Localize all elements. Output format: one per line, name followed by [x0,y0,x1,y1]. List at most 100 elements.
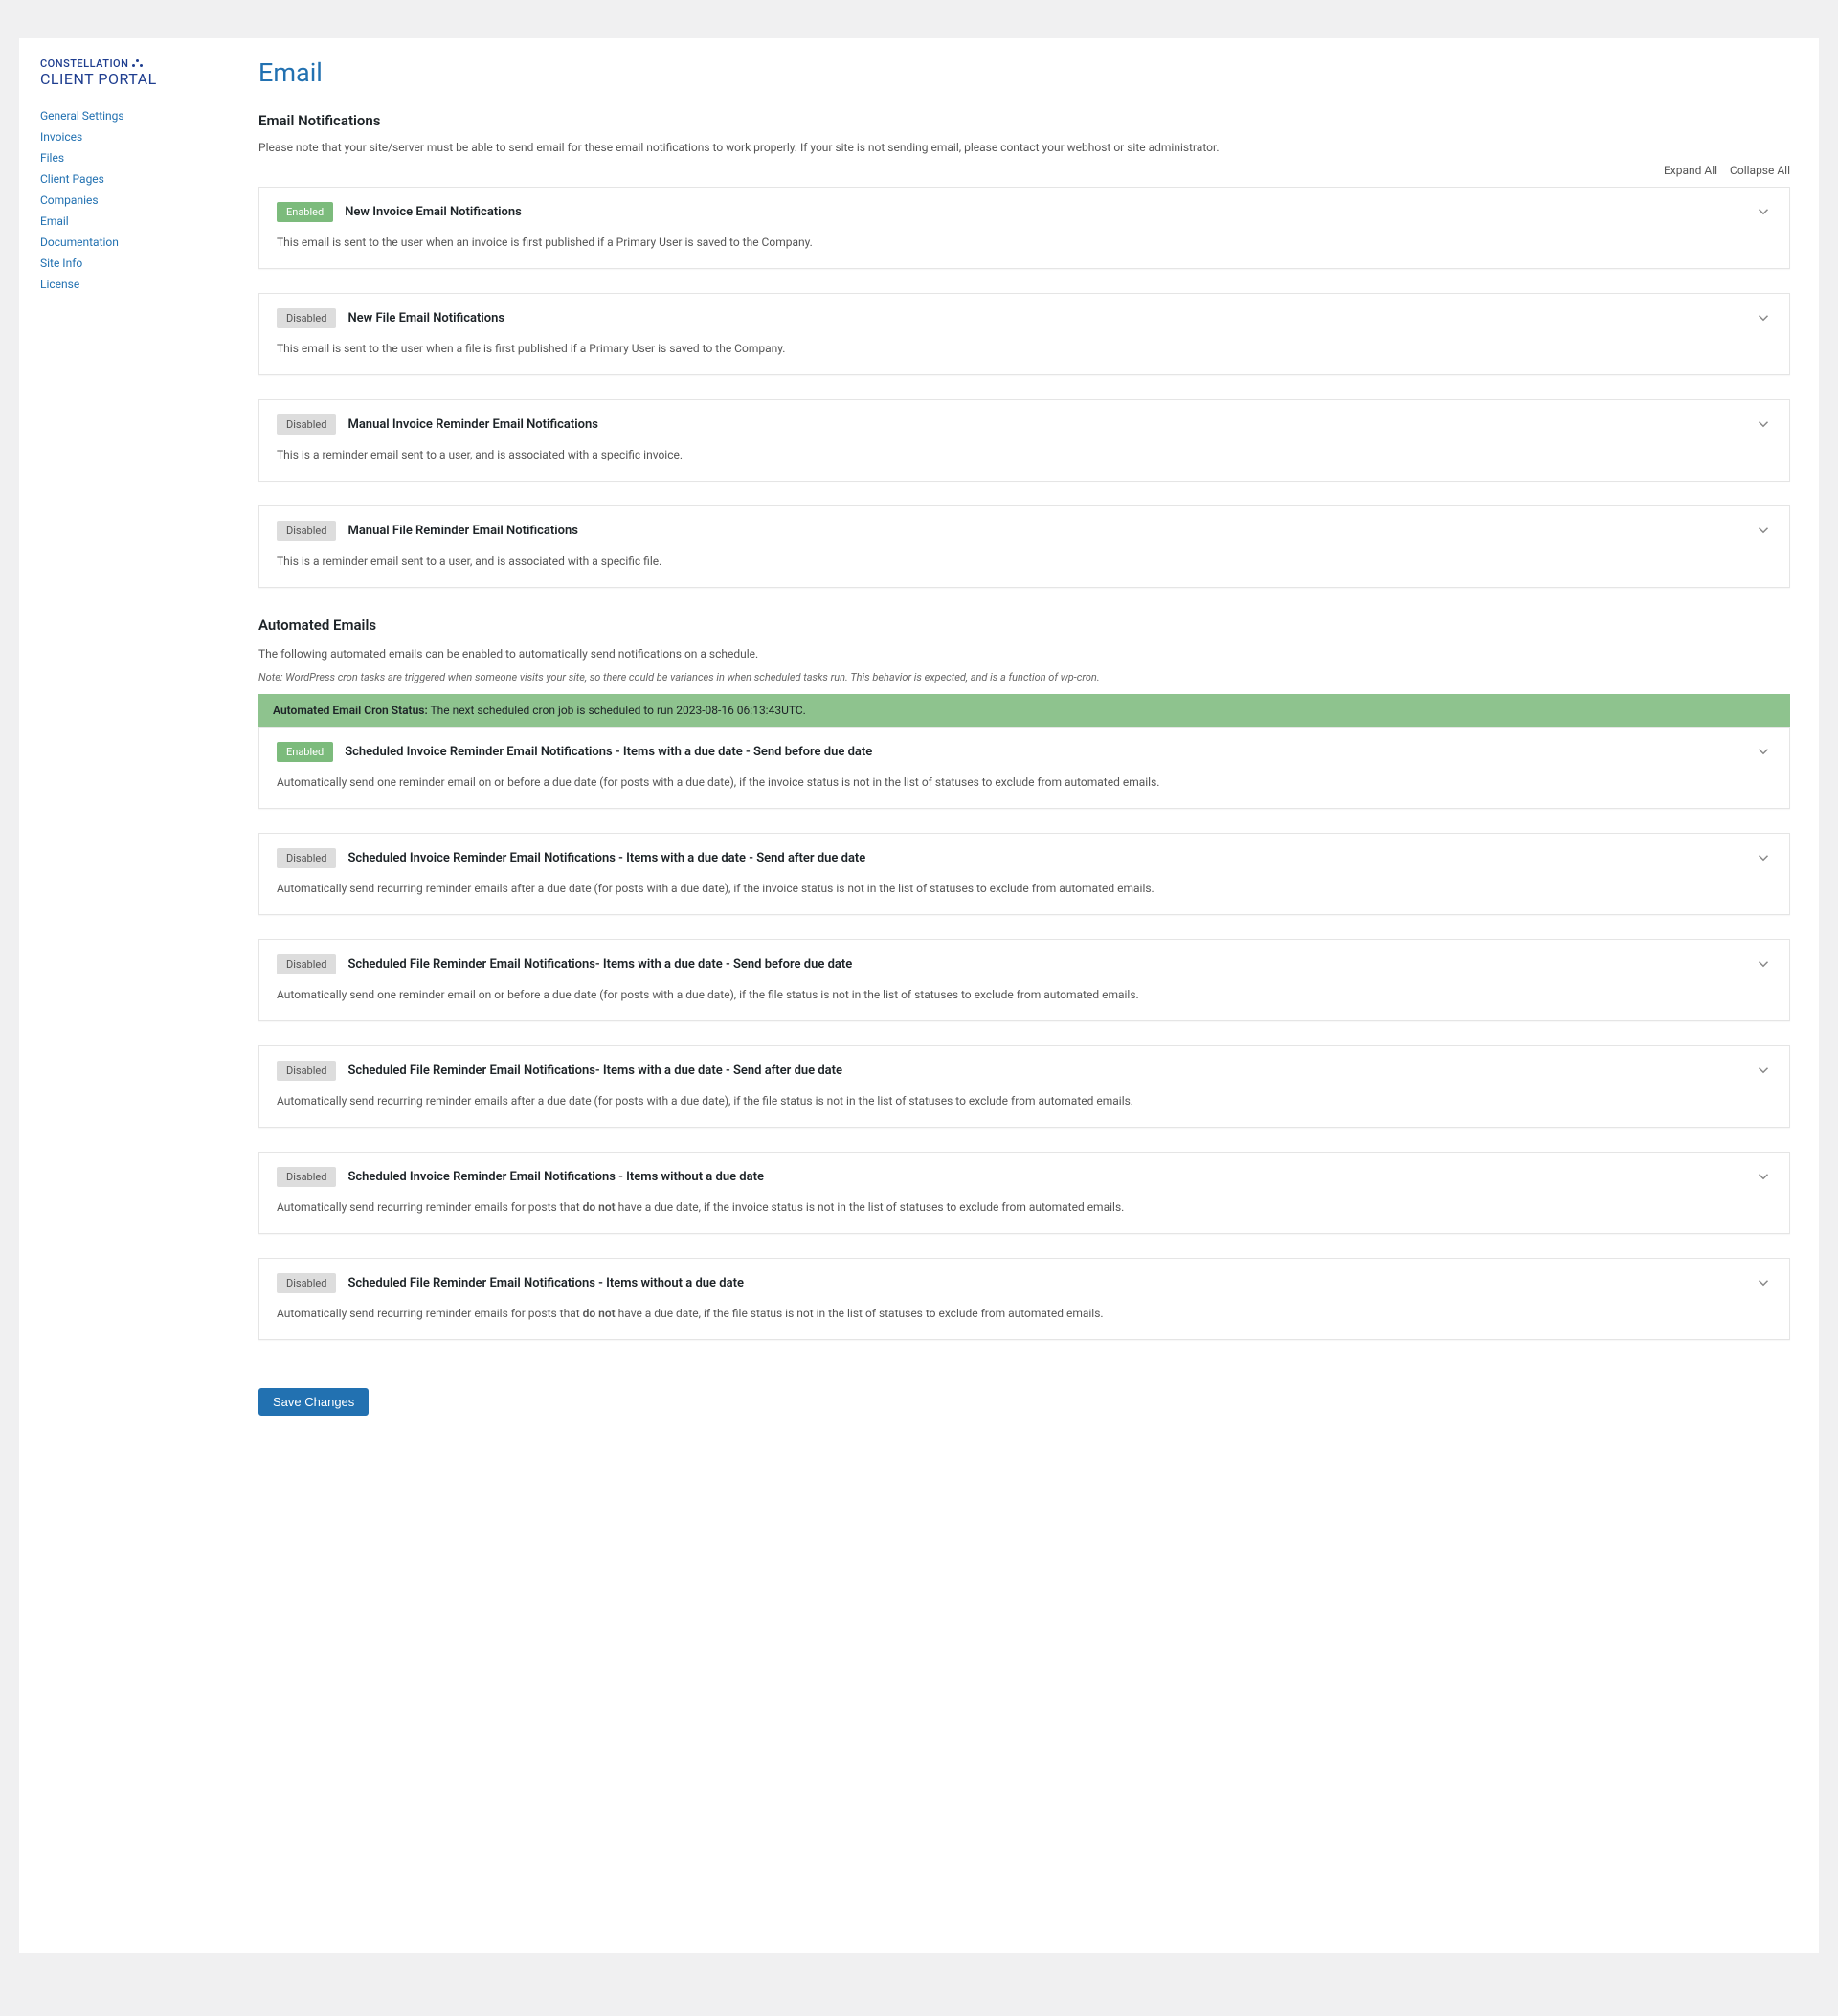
panel-desc: This is a reminder email sent to a user,… [277,554,661,568]
section-desc-automated: The following automated emails can be en… [258,645,1790,662]
panel-body: This email is sent to the user when a fi… [259,340,1789,374]
nav-client-pages[interactable]: Client Pages [40,172,104,186]
panel-body: Automatically send one reminder email on… [259,986,1789,1020]
panel-header[interactable]: Disabled New File Email Notifications [259,294,1789,340]
nav-invoices[interactable]: Invoices [40,130,82,144]
panel-title: New File Email Notifications [347,311,504,325]
chevron-down-icon[interactable] [1755,955,1772,976]
panel-body: Automatically send recurring reminder em… [259,1305,1789,1339]
chevron-down-icon[interactable] [1755,309,1772,330]
chevron-down-icon[interactable] [1755,203,1772,224]
collapse-all-button[interactable]: Collapse All [1730,164,1790,177]
panel-header[interactable]: Disabled Scheduled File Reminder Email No… [259,1259,1789,1305]
settings-panel: Disabled New File Email Notifications This… [258,293,1790,375]
settings-panel: Disabled Scheduled File Reminder Email No… [258,939,1790,1021]
nav-list: General Settings Invoices Files Client P… [40,105,230,295]
status-badge: Disabled [277,308,336,328]
status-badge: Disabled [277,954,336,974]
status-badge: Enabled [277,742,333,762]
panel-body: This is a reminder email sent to a user,… [259,446,1789,481]
panel-header[interactable]: Disabled Manual File Reminder Email Notif… [259,506,1789,552]
panel-header[interactable]: Disabled Scheduled Invoice Reminder Email… [259,1153,1789,1198]
status-badge: Disabled [277,521,336,541]
chevron-down-icon[interactable] [1755,1274,1772,1295]
nav-general-settings[interactable]: General Settings [40,109,124,123]
panel-header[interactable]: Disabled Scheduled File Reminder Email No… [259,940,1789,986]
settings-panel: Enabled New Invoice Email Notifications Th… [258,187,1790,269]
panel-desc-bold: do not [583,1200,616,1214]
panel-title: Scheduled Invoice Reminder Email Notific… [347,1170,764,1184]
expand-collapse-toolbar: Expand All Collapse All [258,164,1790,177]
panel-desc: Automatically send recurring reminder em… [277,882,1154,895]
page-title: Email [258,57,1790,88]
panel-body: This is a reminder email sent to a user,… [259,552,1789,587]
chevron-down-icon[interactable] [1755,1062,1772,1083]
expand-all-button[interactable]: Expand All [1664,164,1717,177]
panel-title: Scheduled Invoice Reminder Email Notific… [347,851,865,865]
section-heading-notifications: Email Notifications [258,112,1790,129]
logo-dots-icon [132,59,144,69]
logo-top-text: CONSTELLATION [40,57,128,70]
panel-desc: Automatically send one reminder email on… [277,988,1139,1001]
main-content: Email Email Notifications Please note th… [230,38,1819,1953]
section-heading-automated: Automated Emails [258,616,1790,634]
settings-panel: Disabled Scheduled Invoice Reminder Email… [258,833,1790,915]
nav-documentation[interactable]: Documentation [40,235,119,249]
status-badge: Disabled [277,1061,336,1081]
chevron-down-icon[interactable] [1755,849,1772,870]
panel-desc: Automatically send one reminder email on… [277,775,1159,789]
logo-bottom-text: CLIENT PORTAL [40,70,230,88]
panel-header[interactable]: Enabled New Invoice Email Notifications [259,188,1789,234]
status-badge: Disabled [277,848,336,868]
cron-status-text: The next scheduled cron job is scheduled… [428,704,806,717]
nav-companies[interactable]: Companies [40,193,99,207]
panel-title: Manual Invoice Reminder Email Notificati… [347,417,598,432]
settings-panel: Disabled Manual Invoice Reminder Email No… [258,399,1790,482]
nav-license[interactable]: License [40,278,79,291]
panel-desc-bold: do not [583,1307,616,1320]
chevron-down-icon[interactable] [1755,1168,1772,1189]
cron-status-bar: Automated Email Cron Status: The next sc… [258,694,1790,727]
panel-desc: This is a reminder email sent to a user,… [277,448,683,461]
cron-status-label: Automated Email Cron Status: [273,704,428,717]
chevron-down-icon[interactable] [1755,415,1772,437]
logo: CONSTELLATION CLIENT PORTAL [40,57,230,88]
settings-panel: Enabled Scheduled Invoice Reminder Email … [258,727,1790,809]
panel-desc-post: have a due date, if the file status is n… [616,1307,1104,1320]
nav-email[interactable]: Email [40,214,69,228]
status-badge: Disabled [277,1167,336,1187]
panel-desc-pre: Automatically send recurring reminder em… [277,1200,583,1214]
section-note-automated: Note: WordPress cron tasks are triggered… [258,670,1790,684]
section-desc-notifications: Please note that your site/server must b… [258,139,1790,156]
panel-body: Automatically send one reminder email on… [259,773,1789,808]
panel-header[interactable]: Disabled Manual Invoice Reminder Email No… [259,400,1789,446]
panel-desc: This email is sent to the user when a fi… [277,342,785,355]
status-badge: Disabled [277,1273,336,1293]
panel-header[interactable]: Disabled Scheduled Invoice Reminder Email… [259,834,1789,880]
panel-body: Automatically send recurring reminder em… [259,880,1789,914]
save-changes-button[interactable]: Save Changes [258,1388,369,1416]
nav-site-info[interactable]: Site Info [40,257,82,270]
settings-panel: Disabled Scheduled File Reminder Email No… [258,1045,1790,1128]
panel-header[interactable]: Disabled Scheduled File Reminder Email No… [259,1046,1789,1092]
panel-title: Scheduled File Reminder Email Notificati… [347,1276,743,1290]
nav-files[interactable]: Files [40,151,64,165]
panel-title: Scheduled File Reminder Email Notificati… [347,1064,842,1078]
status-badge: Enabled [277,202,333,222]
chevron-down-icon[interactable] [1755,522,1772,543]
settings-panel: Disabled Manual File Reminder Email Notif… [258,505,1790,588]
panel-body: This email is sent to the user when an i… [259,234,1789,268]
status-badge: Disabled [277,414,336,435]
panel-title: New Invoice Email Notifications [345,205,522,219]
panel-title: Scheduled File Reminder Email Notificati… [347,957,852,972]
chevron-down-icon[interactable] [1755,743,1772,764]
panel-title: Scheduled Invoice Reminder Email Notific… [345,745,872,759]
panel-header[interactable]: Enabled Scheduled Invoice Reminder Email … [259,728,1789,773]
panel-title: Manual File Reminder Email Notifications [347,524,577,538]
panel-desc: Automatically send recurring reminder em… [277,1094,1133,1108]
panel-desc-pre: Automatically send recurring reminder em… [277,1307,583,1320]
sidebar: CONSTELLATION CLIENT PORTAL General Sett… [19,38,230,1953]
settings-panel: Disabled Scheduled Invoice Reminder Email… [258,1152,1790,1234]
panel-desc-post: have a due date, if the invoice status i… [616,1200,1125,1214]
panel-desc: This email is sent to the user when an i… [277,235,813,249]
